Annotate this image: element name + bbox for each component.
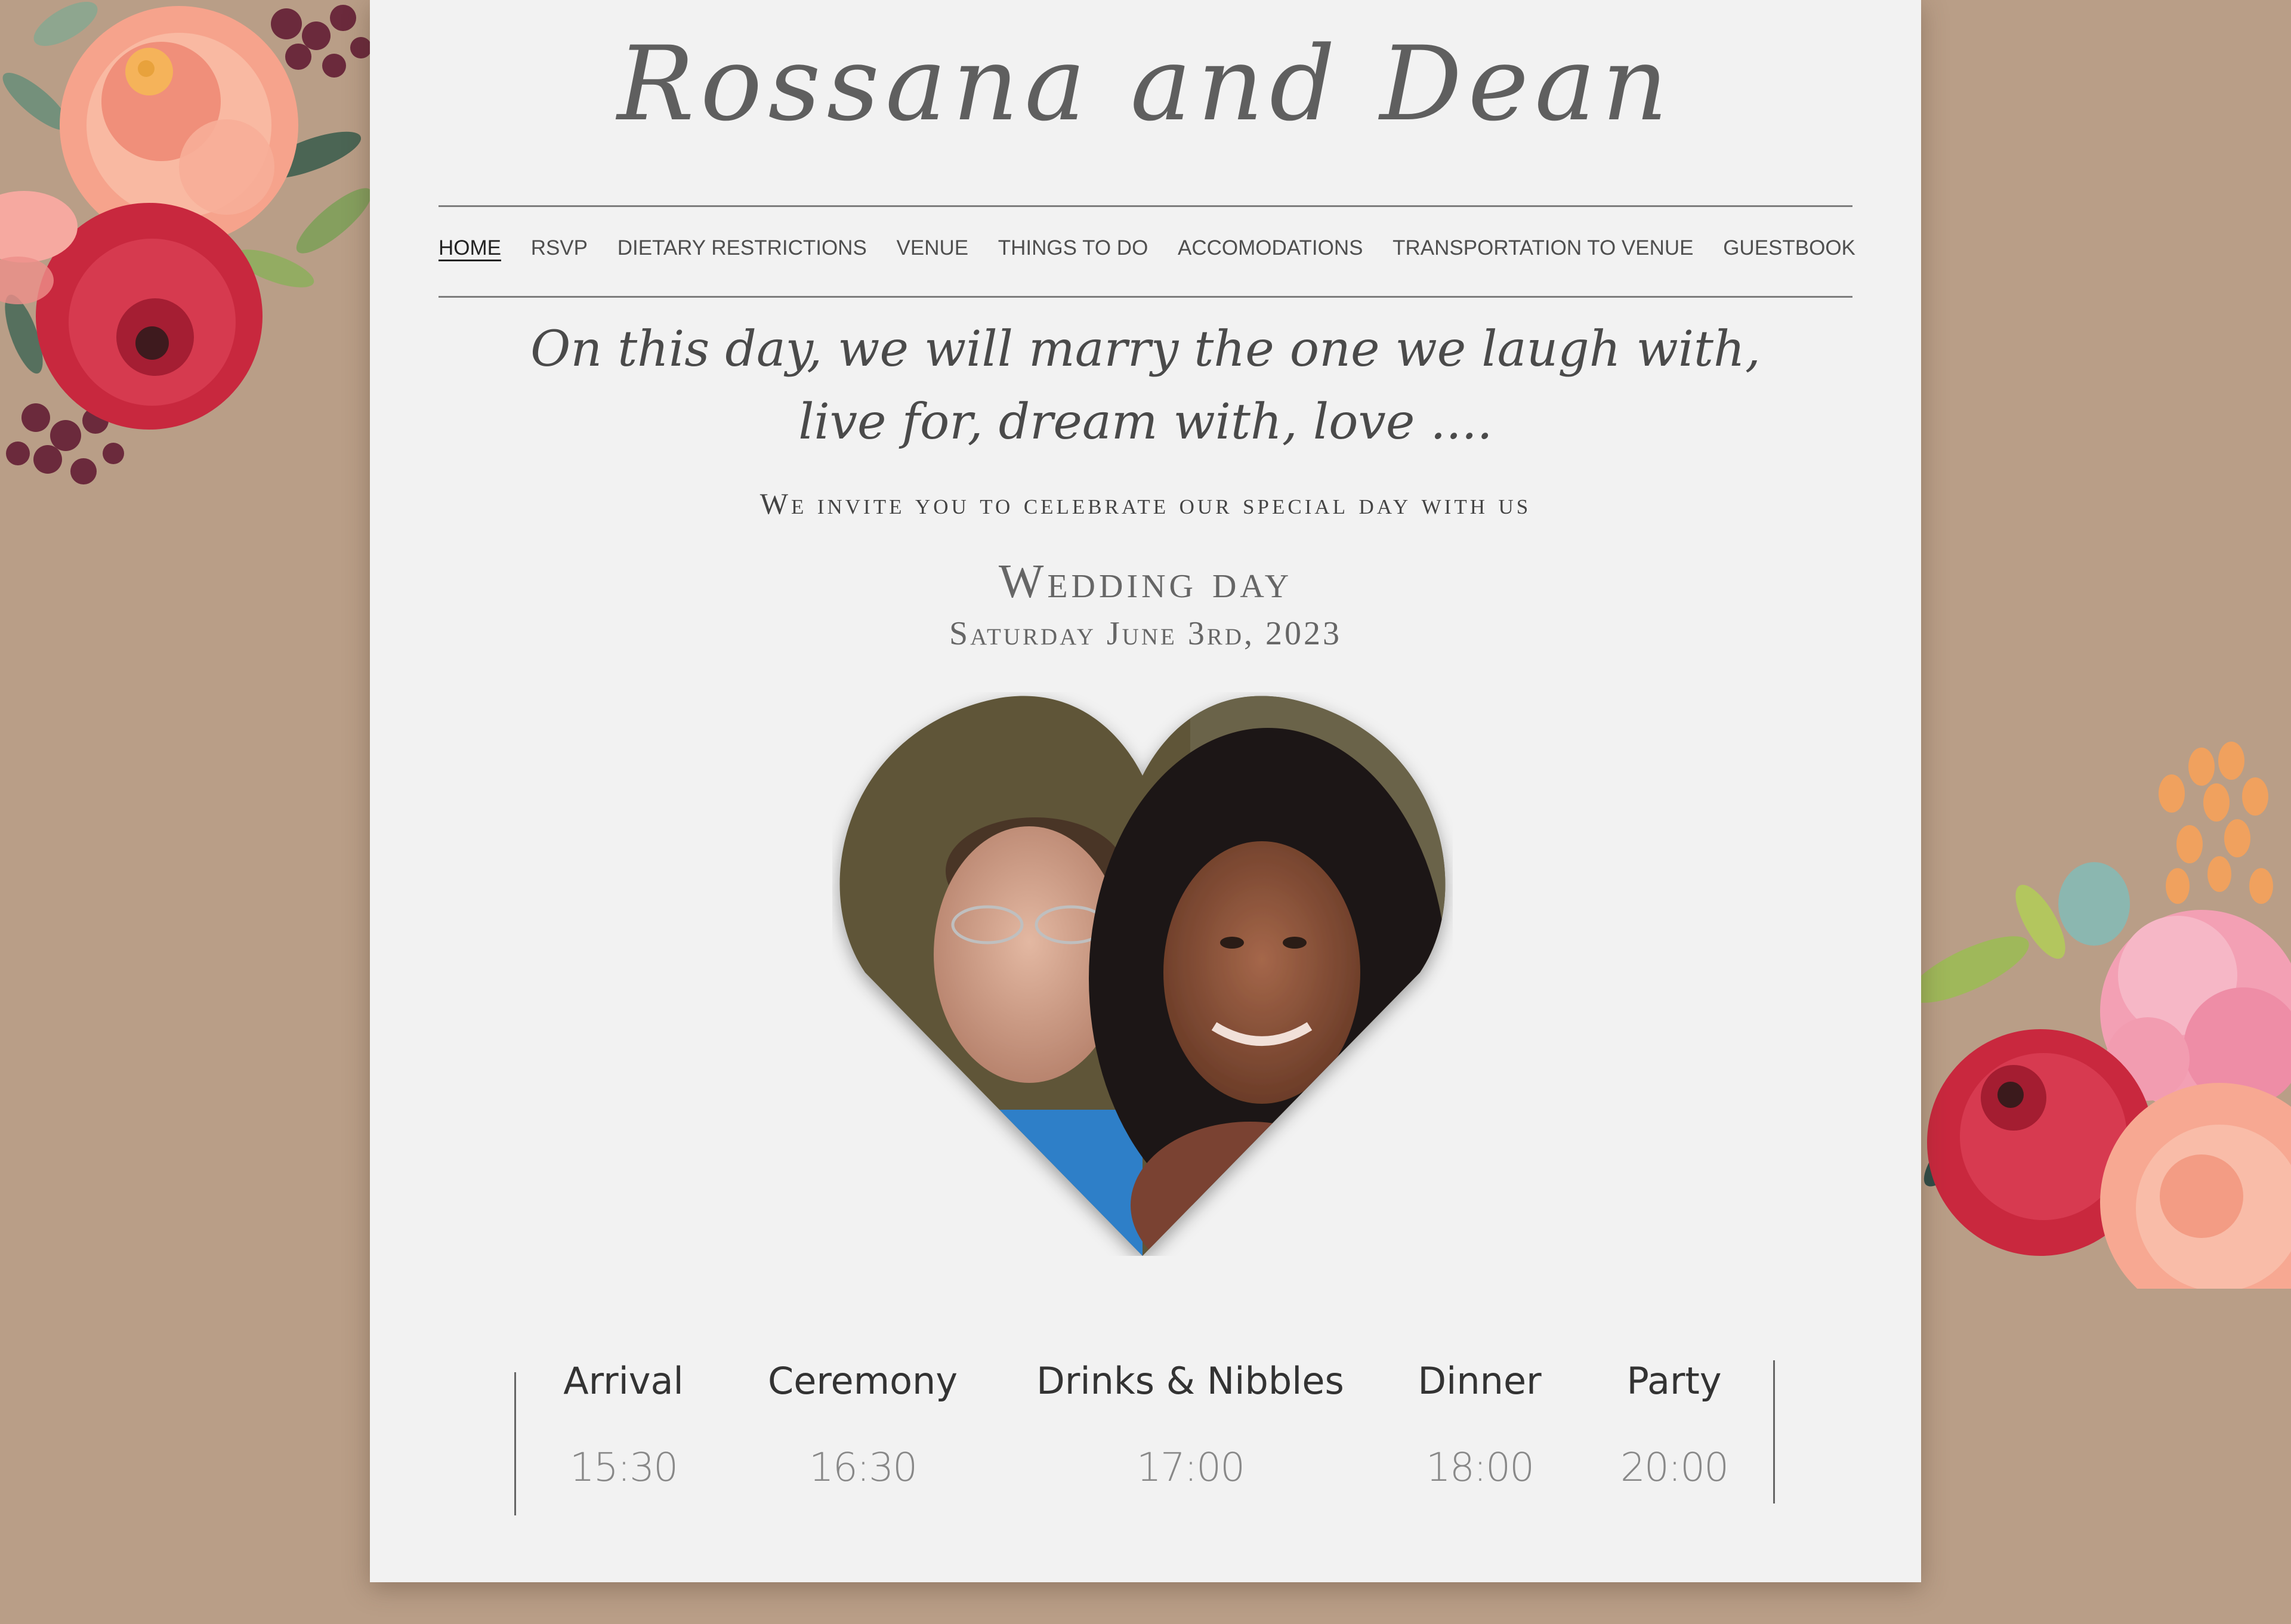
nav-divider-bottom [439, 296, 1852, 298]
main-nav: HOME RSVP DIETARY RESTRICTIONS VENUE THI… [439, 236, 1855, 260]
schedule-divider-left [514, 1372, 516, 1515]
nav-rsvp[interactable]: RSVP [531, 236, 588, 260]
schedule-time: 16:30 [808, 1444, 918, 1490]
schedule-divider-right [1773, 1360, 1775, 1503]
schedule-label: Drinks & Nibbles [1036, 1359, 1344, 1403]
schedule-item-party: Party 20:00 [1620, 1354, 1729, 1492]
schedule-time: 15:30 [569, 1444, 678, 1490]
schedule-label: Arrival [563, 1359, 684, 1403]
schedule: Arrival 15:30 Ceremony 16:30 Drinks & Ni… [370, 1354, 1921, 1521]
nav-guestbook[interactable]: GUESTBOOK [1723, 236, 1855, 260]
nav-things-to-do[interactable]: THINGS TO DO [998, 236, 1148, 260]
schedule-label: Party [1626, 1359, 1722, 1403]
wedding-date: Saturday June 3rd, 2023 [949, 615, 1342, 652]
main-panel: Rossana and Dean HOME RSVP DIETARY RESTR… [370, 0, 1921, 1582]
schedule-item-arrival: Arrival 15:30 [563, 1354, 683, 1492]
nav-transportation[interactable]: TRANSPORTATION TO VENUE [1392, 236, 1693, 260]
schedule-time: 17:00 [1136, 1444, 1245, 1490]
nav-divider-top [439, 205, 1852, 207]
quote-line-2: live for, dream with, love .... [798, 394, 1493, 450]
floral-decoration-left [0, 0, 373, 495]
nav-dietary-restrictions[interactable]: DIETARY RESTRICTIONS [617, 236, 867, 260]
site-title[interactable]: Rossana and Dean [370, 24, 1921, 144]
schedule-label: Ceremony [767, 1359, 958, 1403]
schedule-time: 20:00 [1620, 1444, 1729, 1490]
quote-line-1: On this day, we will marry the one we la… [530, 321, 1761, 378]
couple-heart-photo [832, 692, 1453, 1256]
schedule-item-drinks: Drinks & Nibbles 17:00 [1036, 1354, 1344, 1492]
schedule-label: Dinner [1418, 1359, 1542, 1403]
floral-decoration-right [1921, 725, 2291, 1289]
schedule-item-ceremony: Ceremony 16:30 [768, 1354, 958, 1492]
schedule-item-dinner: Dinner 18:00 [1418, 1354, 1541, 1492]
nav-accomodations[interactable]: ACCOMODATIONS [1178, 236, 1363, 260]
wedding-day-heading: Wedding day [998, 555, 1293, 608]
nav-home[interactable]: HOME [439, 236, 501, 260]
invite-text: We invite you to celebrate our special d… [759, 487, 1532, 520]
schedule-time: 18:00 [1425, 1444, 1534, 1490]
hero-quote: On this day, we will marry the one we la… [370, 313, 1921, 459]
nav-venue[interactable]: VENUE [897, 236, 969, 260]
